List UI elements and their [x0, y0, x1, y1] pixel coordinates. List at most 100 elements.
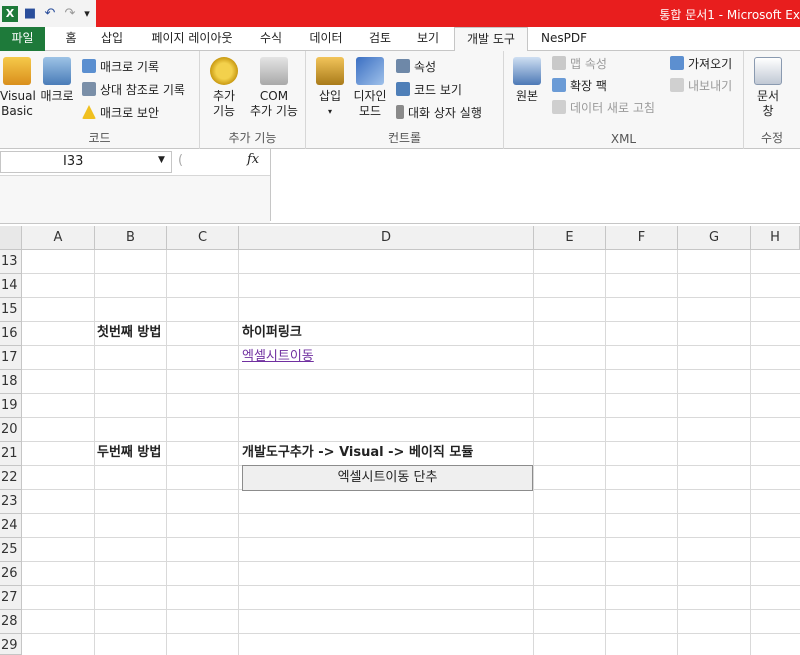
gridline: [22, 585, 800, 586]
row-header-25[interactable]: 25: [0, 538, 22, 562]
gridline: [677, 250, 678, 655]
design-mode-button[interactable]: 디자인 모드: [350, 57, 390, 119]
row-header-18[interactable]: 18: [0, 370, 22, 394]
gridline: [22, 297, 800, 298]
column-header-g[interactable]: G: [678, 226, 751, 250]
properties-button[interactable]: 속성: [396, 57, 436, 75]
row-header-23[interactable]: 23: [0, 490, 22, 514]
name-box-dropdown-icon[interactable]: ▼: [158, 155, 165, 165]
group-code: Visual Basic 매크로 매크로 기록 상대 참조로 기록 매크로 보안…: [0, 51, 200, 149]
worksheet-grid[interactable]: A B C D E F G H 13 14 15 16 17 18 19 20 …: [0, 226, 800, 655]
cell-b16[interactable]: 첫번째 방법: [97, 322, 161, 344]
macro-security-button[interactable]: 매크로 보안: [82, 103, 159, 121]
row-header-13[interactable]: 13: [0, 250, 22, 274]
row-header-26[interactable]: 26: [0, 562, 22, 586]
relative-reference-icon: [82, 82, 96, 96]
group-modify-label: 수정: [760, 131, 784, 145]
macro-button[interactable]: 매크로: [36, 57, 78, 104]
refresh-data-button[interactable]: 데이터 새로 고침: [552, 98, 655, 116]
column-header-c[interactable]: C: [167, 226, 239, 250]
map-properties-icon: [552, 56, 566, 70]
com-addins-button[interactable]: COM 추가 기능: [244, 57, 304, 119]
column-header-a[interactable]: A: [22, 226, 95, 250]
gridline: [22, 537, 800, 538]
group-addins-label: 추가 기능: [228, 131, 277, 145]
row-header-27[interactable]: 27: [0, 586, 22, 610]
tab-insert[interactable]: 삽입: [94, 27, 130, 51]
column-header-h[interactable]: H: [751, 226, 800, 250]
customize-qat-icon[interactable]: ▾: [82, 6, 92, 22]
formula-bar-grip-icon[interactable]: (: [178, 153, 190, 171]
row-header-20[interactable]: 20: [0, 418, 22, 442]
record-macro-button[interactable]: 매크로 기록: [82, 57, 159, 75]
gridline: [22, 393, 800, 394]
source-button[interactable]: 원본: [510, 57, 544, 104]
undo-icon[interactable]: ↶: [42, 6, 58, 22]
import-button[interactable]: 가져오기: [670, 54, 732, 72]
tab-page-layout[interactable]: 페이지 레이아웃: [144, 27, 240, 51]
excel-logo-icon[interactable]: X: [2, 5, 18, 22]
column-header-f[interactable]: F: [606, 226, 678, 250]
cell-b21[interactable]: 두번째 방법: [97, 442, 161, 464]
group-xml-label: XML: [610, 132, 637, 146]
run-dialog-icon: [396, 105, 404, 119]
design-mode-icon: [356, 57, 384, 85]
select-all-button[interactable]: [0, 226, 22, 250]
tab-review[interactable]: 검토: [362, 27, 398, 51]
row-header-22[interactable]: 22: [0, 466, 22, 490]
group-modify: 문서 창 수정: [744, 51, 800, 149]
formula-input[interactable]: [270, 149, 800, 221]
visual-basic-button[interactable]: Visual Basic: [0, 57, 36, 119]
run-dialog-button[interactable]: 대화 상자 실행: [396, 103, 482, 121]
cell-d21[interactable]: 개발도구추가 -> Visual -> 베이직 모듈: [242, 442, 473, 464]
document-panel-button[interactable]: 문서 창: [750, 57, 786, 119]
row-header-29[interactable]: 29: [0, 634, 22, 655]
redo-icon[interactable]: ↷: [62, 6, 78, 22]
hyperlink-cell-d17[interactable]: 엑셀시트이동: [242, 346, 314, 368]
row-header-21[interactable]: 21: [0, 442, 22, 466]
gridline: [22, 513, 800, 514]
row-header-24[interactable]: 24: [0, 514, 22, 538]
document-panel-label-2: 창: [762, 104, 774, 118]
properties-label: 속성: [414, 59, 437, 74]
tab-formulas[interactable]: 수식: [254, 27, 288, 51]
com-addins-label-2: 추가 기능: [250, 104, 298, 118]
insert-control-button[interactable]: 삽입 ▾: [314, 57, 346, 119]
gridline: [750, 250, 751, 655]
tab-data[interactable]: 데이터: [302, 27, 350, 51]
row-header-28[interactable]: 28: [0, 610, 22, 634]
expansion-packs-label: 확장 팩: [570, 78, 607, 93]
cell-d16[interactable]: 하이퍼링크: [242, 322, 302, 344]
gridline: [22, 369, 800, 370]
tab-view[interactable]: 보기: [410, 27, 446, 51]
column-header-b[interactable]: B: [95, 226, 167, 250]
gridline: [166, 250, 167, 655]
macro-label: 매크로: [40, 89, 74, 103]
relative-reference-button[interactable]: 상대 참조로 기록: [82, 80, 185, 98]
tab-home[interactable]: 홈: [56, 27, 86, 51]
group-controls-label: 컨트롤: [387, 131, 422, 145]
macro-shape-button[interactable]: 엑셀시트이동 단추: [242, 465, 533, 491]
row-header-14[interactable]: 14: [0, 274, 22, 298]
view-code-button[interactable]: 코드 보기: [396, 80, 462, 98]
tab-file[interactable]: 파일: [0, 27, 45, 51]
view-code-icon: [396, 82, 410, 96]
addins-button[interactable]: 추가 기능: [208, 57, 240, 119]
tab-developer[interactable]: 개발 도구: [454, 27, 528, 52]
row-header-19[interactable]: 19: [0, 394, 22, 418]
map-properties-button[interactable]: 맵 속성: [552, 54, 607, 72]
column-header-d[interactable]: D: [239, 226, 534, 250]
save-icon[interactable]: ■: [22, 6, 38, 22]
name-box[interactable]: I33: [0, 151, 172, 173]
row-header-16[interactable]: 16: [0, 322, 22, 346]
run-dialog-label: 대화 상자 실행: [408, 105, 482, 120]
row-header-17[interactable]: 17: [0, 346, 22, 370]
toolbox-icon: [316, 57, 344, 85]
insert-function-icon[interactable]: fx: [247, 152, 259, 167]
tab-nespdf[interactable]: NesPDF: [534, 27, 594, 51]
row-header-15[interactable]: 15: [0, 298, 22, 322]
export-button[interactable]: 내보내기: [670, 76, 732, 94]
column-header-e[interactable]: E: [534, 226, 606, 250]
expansion-packs-button[interactable]: 확장 팩: [552, 76, 607, 94]
visual-basic-label-1: Visual: [0, 89, 36, 103]
